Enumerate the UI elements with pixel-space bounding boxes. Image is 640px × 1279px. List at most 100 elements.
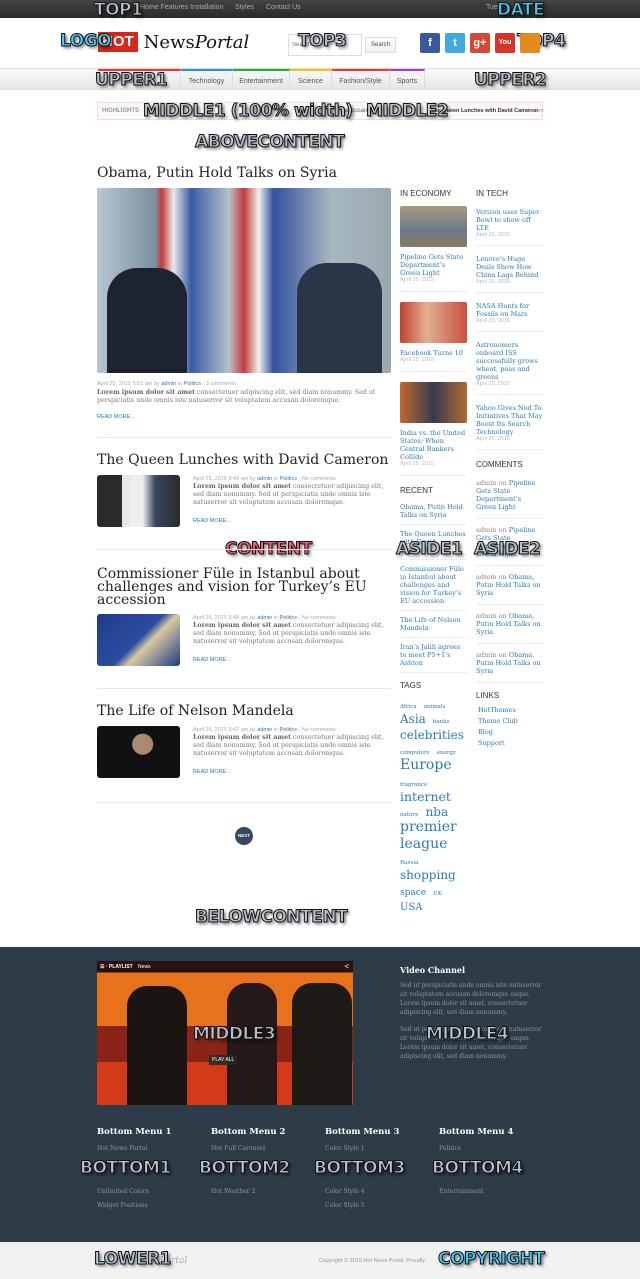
top-menu-item[interactable]: Installation — [190, 4, 223, 11]
article-thumbnail[interactable] — [97, 614, 180, 666]
item-date: April 25, 2015 — [400, 357, 434, 363]
economy-item[interactable]: India vs. the United States: When Centra… — [400, 382, 467, 476]
tag-link[interactable]: fragrance — [400, 782, 427, 788]
tag-link[interactable]: Africa — [400, 704, 417, 710]
economy-link[interactable]: Pipeline Gets State Department’s Green L… — [400, 253, 467, 277]
author-link[interactable]: admin — [161, 381, 176, 387]
read-more-link[interactable]: READ MORE... — [97, 414, 135, 420]
recent-link[interactable]: The Life of Nelson Mandela — [400, 616, 467, 638]
bottom-menu-link[interactable]: Color Style 5 — [325, 1202, 435, 1216]
tag-link[interactable]: nature — [400, 812, 418, 818]
tech-item[interactable]: Lenovo’s Huge Deals Show How China Lags … — [476, 255, 543, 293]
share-icon[interactable]: < — [344, 962, 349, 971]
tag-link[interactable]: energy — [437, 750, 456, 756]
google-plus-icon[interactable]: g+ — [470, 33, 490, 53]
bottom-menu-link[interactable]: Color Style 4 — [325, 1188, 435, 1202]
author-link[interactable]: admin — [257, 476, 272, 482]
recent-link[interactable]: Obama, Putin Hold Talks on Syria — [400, 503, 467, 525]
article-title[interactable]: Commissioner Füle in Istanbul about chal… — [97, 567, 391, 607]
read-more-link[interactable]: READ MORE... — [193, 657, 231, 663]
economy-item[interactable]: Facebook Turns 10 April 25, 2015 — [400, 302, 467, 372]
logo[interactable]: HOT News Portal — [98, 32, 249, 53]
youtube-icon[interactable]: You — [495, 33, 515, 53]
divider — [97, 802, 391, 803]
article-title[interactable]: The Life of Nelson Mandela — [97, 704, 391, 718]
tag-link[interactable]: internet — [400, 789, 451, 804]
link-item[interactable]: Blog — [478, 728, 543, 736]
bottom-menu-link[interactable]: Unlimited Colors — [97, 1188, 207, 1202]
bottom-menu-link[interactable]: Widget Positions — [97, 1202, 207, 1216]
article-title[interactable]: The Queen Lunches with David Cameron — [97, 453, 391, 467]
recent-link[interactable]: Commissioner Füle in Istanbul about chal… — [400, 565, 467, 611]
article-thumbnail[interactable] — [97, 475, 180, 527]
recent-link[interactable]: Iran’s Jalili agrees to meet P5+1’s Asht… — [400, 643, 467, 673]
position-label-middle4: MIDDLE4 — [425, 1024, 509, 1045]
tech-item[interactable]: Verizon uses Super Bowl to show off LTE A… — [476, 208, 543, 246]
facebook-icon[interactable]: f — [420, 33, 440, 53]
category-link[interactable]: Politics — [280, 615, 297, 621]
tech-link[interactable]: Astronomers onboard ISS successfully gro… — [476, 341, 543, 381]
nav-item[interactable]: Science — [290, 69, 332, 90]
tech-item[interactable]: NASA Hunts for Fossils on Mars April 25, … — [476, 302, 543, 332]
top-menu-item[interactable]: Styles — [235, 4, 254, 11]
tech-item[interactable]: Astronomers onboard ISS successfully gro… — [476, 341, 543, 395]
nav-item[interactable]: Technology — [181, 69, 233, 90]
link-item[interactable]: Support — [478, 739, 543, 747]
economy-thumbnail[interactable] — [400, 302, 467, 343]
tech-link[interactable]: Yahoo Gives Nod To Initiatives That May … — [476, 404, 543, 436]
economy-link[interactable]: Facebook Turns 10 — [400, 349, 467, 357]
highlights-text[interactable]: Lorem — [528, 108, 544, 114]
aside-heading: RECENT — [400, 486, 433, 495]
next-page-button[interactable]: NEXT — [235, 827, 253, 845]
tag-link[interactable]: UK — [433, 891, 442, 897]
tag-link[interactable]: animals — [424, 704, 446, 710]
article-image[interactable] — [97, 188, 391, 373]
tag-link[interactable]: shopping — [400, 868, 456, 882]
tech-link[interactable]: Verizon uses Super Bowl to show off LTE — [476, 208, 543, 232]
tag-link[interactable]: nba — [426, 805, 449, 819]
bottom-menu-link[interactable]: Hot Weather 2 — [211, 1188, 321, 1202]
tag-link[interactable]: premier league — [400, 819, 457, 851]
nav-item[interactable]: Sports — [390, 69, 425, 90]
article-thumbnail[interactable] — [97, 726, 180, 778]
tag-link[interactable]: Europe — [400, 757, 452, 773]
tech-item[interactable]: Yahoo Gives Nod To Initiatives That May … — [476, 404, 543, 450]
tech-link[interactable]: Lenovo’s Huge Deals Show How China Lags … — [476, 255, 543, 279]
rss-icon[interactable] — [520, 33, 540, 53]
tag-link[interactable]: Asia — [400, 712, 426, 726]
twitter-icon[interactable]: t — [445, 33, 465, 53]
article-title[interactable]: Obama, Putin Hold Talks on Syria — [97, 166, 391, 180]
playlist-label[interactable]: ☰ · PLAYLIST News — [100, 964, 151, 970]
tag-link[interactable]: computers — [400, 750, 430, 756]
video-channel-title: Video Channel — [400, 965, 466, 975]
economy-thumbnail[interactable] — [400, 206, 467, 247]
category-link[interactable]: Politics — [184, 381, 201, 387]
bottom-menu-title: Bottom Menu 2 — [211, 1127, 286, 1137]
top-menu-item[interactable]: Home Features — [140, 4, 188, 11]
link-item[interactable]: Theme Club — [478, 717, 543, 725]
video-channel-text: Sed ut perspiciatis unde omnis iste natu… — [400, 982, 542, 1016]
position-label-belowcontent: BELOWCONTENT — [194, 907, 348, 928]
economy-item[interactable]: Pipeline Gets State Department’s Green L… — [400, 206, 467, 292]
link-item[interactable]: HotThemes — [478, 706, 543, 714]
read-more-link[interactable]: READ MORE... — [193, 769, 231, 775]
tag-link[interactable]: Russia — [400, 860, 418, 866]
nav-item[interactable]: Fashion/Style — [332, 69, 390, 90]
category-link[interactable]: Politics — [280, 476, 297, 482]
bottom-menu-link[interactable]: Entertainment — [439, 1188, 549, 1202]
tag-link[interactable]: USA — [400, 902, 423, 913]
search-button[interactable]: Search — [365, 37, 396, 53]
category-link[interactable]: Politics — [280, 727, 297, 733]
economy-thumbnail[interactable] — [400, 382, 467, 423]
play-all-button[interactable]: PLAY ALL — [209, 1055, 238, 1065]
read-more-link[interactable]: READ MORE... — [193, 518, 231, 524]
tag-link[interactable]: celebrities — [400, 728, 464, 742]
author-link[interactable]: admin — [257, 727, 272, 733]
tag-link[interactable]: space — [400, 888, 426, 898]
tag-link[interactable]: banks — [433, 719, 450, 725]
author-link[interactable]: admin — [257, 615, 272, 621]
nav-item[interactable]: Entertainment — [233, 69, 290, 90]
top-menu-item[interactable]: Contact Us — [266, 4, 301, 11]
economy-link[interactable]: India vs. the United States: When Centra… — [400, 429, 467, 461]
tech-link[interactable]: NASA Hunts for Fossils on Mars — [476, 302, 543, 318]
